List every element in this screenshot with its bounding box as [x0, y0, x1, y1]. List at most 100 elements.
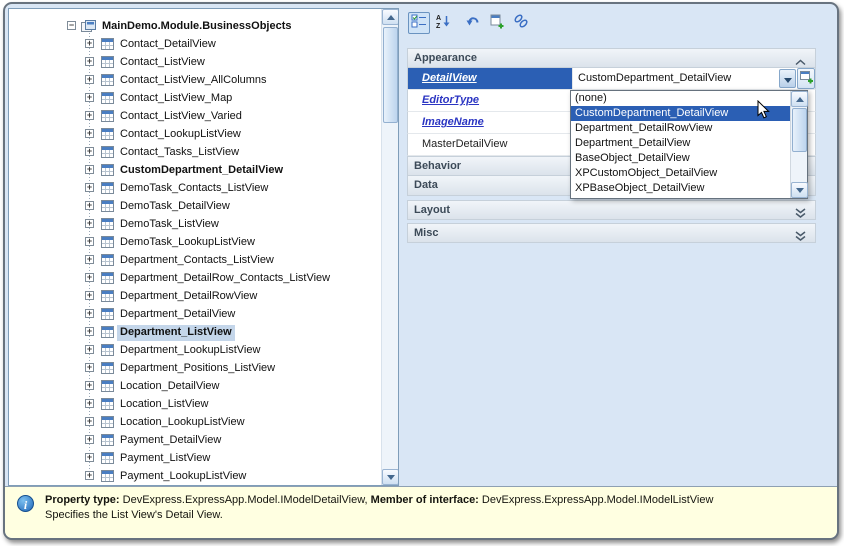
tree-item-label: Location_ListView — [120, 398, 209, 410]
tree-item[interactable]: Payment_LookupListView — [9, 467, 398, 485]
add-node-button[interactable] — [486, 12, 508, 34]
tree-item[interactable]: Location_ListView — [9, 395, 398, 413]
sort-alphabetical-button[interactable]: AZ — [432, 12, 454, 34]
tree-item[interactable]: Location_LookupListView — [9, 413, 398, 431]
scroll-up-button[interactable] — [791, 91, 808, 107]
tree-item[interactable]: Contact_LookupListView — [9, 125, 398, 143]
expand-icon[interactable] — [85, 237, 94, 246]
tree-item[interactable]: Department_LookupListView — [9, 341, 398, 359]
expand-icon[interactable] — [85, 183, 94, 192]
category-header-misc[interactable]: Misc — [407, 223, 816, 243]
scroll-thumb[interactable] — [792, 108, 807, 152]
expand-icon[interactable] — [85, 381, 94, 390]
scroll-up-button[interactable] — [382, 9, 398, 25]
tree-item[interactable]: Contact_DetailView — [9, 35, 398, 53]
categorized-view-button[interactable] — [408, 12, 430, 34]
view-node-icon — [101, 290, 114, 308]
new-view-button[interactable] — [797, 68, 815, 89]
chevron-double-down-icon — [795, 229, 806, 247]
category-header-appearance[interactable]: Appearance — [407, 48, 816, 68]
expand-icon[interactable] — [85, 75, 94, 84]
tree-item[interactable]: Location_DetailView — [9, 377, 398, 395]
expand-icon[interactable] — [85, 417, 94, 426]
property-label-cell[interactable]: MasterDetailView — [408, 134, 573, 155]
tree-item[interactable]: Contact_ListView — [9, 53, 398, 71]
property-label-cell[interactable]: ImageName — [408, 112, 573, 133]
view-node-icon — [101, 236, 114, 254]
tree-item[interactable]: CustomDepartment_DetailView — [9, 161, 398, 179]
tree-scrollbar[interactable] — [381, 9, 398, 485]
dropdown-arrow-button[interactable] — [779, 69, 796, 88]
expand-icon[interactable] — [85, 471, 94, 480]
property-type-value: DevExpress.ExpressApp.Model.IModelDetail… — [119, 494, 371, 506]
scroll-down-button[interactable] — [382, 469, 398, 485]
tree-item[interactable]: Department_Contacts_ListView — [9, 251, 398, 269]
property-label: ImageName — [422, 116, 484, 128]
expand-icon[interactable] — [85, 291, 94, 300]
undo-button[interactable] — [462, 12, 484, 34]
tree-item-label: Contact_LookupListView — [120, 128, 241, 140]
expand-icon[interactable] — [85, 345, 94, 354]
dropdown-option[interactable]: BaseObject_DetailView — [571, 151, 790, 166]
dropdown-option-label: XPBaseObject_DetailView — [575, 182, 705, 194]
undo-icon — [465, 13, 481, 34]
tree-item[interactable]: DemoTask_ListView — [9, 215, 398, 233]
expand-icon[interactable] — [85, 93, 94, 102]
expand-icon[interactable] — [85, 39, 94, 48]
dropdown-option[interactable]: Department_DetailView — [571, 136, 790, 151]
tree-item[interactable]: Contact_ListView_AllColumns — [9, 71, 398, 89]
expand-icon[interactable] — [85, 111, 94, 120]
expand-icon[interactable] — [85, 453, 94, 462]
chevron-double-down-icon — [795, 206, 806, 224]
expand-icon[interactable] — [85, 327, 94, 336]
tree-item[interactable]: Department_ListView — [9, 323, 398, 341]
dropdown-option[interactable]: XPBaseObject_DetailView — [571, 181, 790, 196]
tree-item-label: Department_Positions_ListView — [120, 362, 276, 374]
tree-root-node[interactable]: MainDemo.Module.BusinessObjects — [9, 17, 398, 35]
property-label-cell[interactable]: EditorType — [408, 90, 573, 111]
tree-item-label: DemoTask_Contacts_ListView — [120, 182, 269, 194]
tree-item[interactable]: Payment_DetailView — [9, 431, 398, 449]
dropdown-option[interactable]: XPCustomObject_DetailView — [571, 166, 790, 181]
expand-icon[interactable] — [85, 255, 94, 264]
expand-icon[interactable] — [85, 435, 94, 444]
expand-icon[interactable] — [85, 147, 94, 156]
expand-icon[interactable] — [85, 363, 94, 372]
expand-icon[interactable] — [85, 57, 94, 66]
tree-item[interactable]: Department_DetailView — [9, 305, 398, 323]
tree-item-label: Payment_DetailView — [120, 434, 222, 446]
expand-icon[interactable] — [85, 219, 94, 228]
tree-item[interactable]: Contact_Tasks_ListView — [9, 143, 398, 161]
view-node-icon — [101, 74, 114, 92]
tree-item[interactable]: Department_Positions_ListView — [9, 359, 398, 377]
property-label-cell[interactable]: DetailView — [408, 68, 573, 89]
link-button[interactable] — [510, 12, 532, 34]
category-label: Data — [414, 179, 438, 191]
tree-item[interactable]: Contact_ListView_Map — [9, 89, 398, 107]
tree-item[interactable]: DemoTask_Contacts_ListView — [9, 179, 398, 197]
tree-item[interactable]: Payment_ListView — [9, 449, 398, 467]
tree-item-label: Location_LookupListView — [120, 416, 245, 428]
expand-icon[interactable] — [85, 201, 94, 210]
category-label: Behavior — [414, 160, 462, 172]
tree-item-label: Payment_ListView — [120, 452, 211, 464]
dropdown-scrollbar[interactable] — [790, 91, 808, 198]
expand-icon[interactable] — [85, 129, 94, 138]
tree-item[interactable]: DemoTask_LookupListView — [9, 233, 398, 251]
category-header-layout[interactable]: Layout — [407, 200, 816, 220]
tree-item[interactable]: DemoTask_DetailView — [9, 197, 398, 215]
expand-icon[interactable] — [85, 273, 94, 282]
property-value-cell[interactable]: CustomDepartment_DetailView — [574, 68, 779, 89]
tree-item-label: Contact_DetailView — [120, 38, 216, 50]
collapse-icon[interactable] — [67, 21, 76, 30]
tree-item[interactable]: Department_DetailRowView — [9, 287, 398, 305]
scroll-down-button[interactable] — [791, 182, 808, 198]
scroll-thumb[interactable] — [383, 27, 398, 123]
expand-icon[interactable] — [85, 165, 94, 174]
expand-icon[interactable] — [85, 399, 94, 408]
info-icon — [17, 495, 34, 512]
tree-item[interactable]: Contact_ListView_Varied — [9, 107, 398, 125]
tree-item-label: DemoTask_DetailView — [120, 200, 230, 212]
tree-item[interactable]: Department_DetailRow_Contacts_ListView — [9, 269, 398, 287]
expand-icon[interactable] — [85, 309, 94, 318]
